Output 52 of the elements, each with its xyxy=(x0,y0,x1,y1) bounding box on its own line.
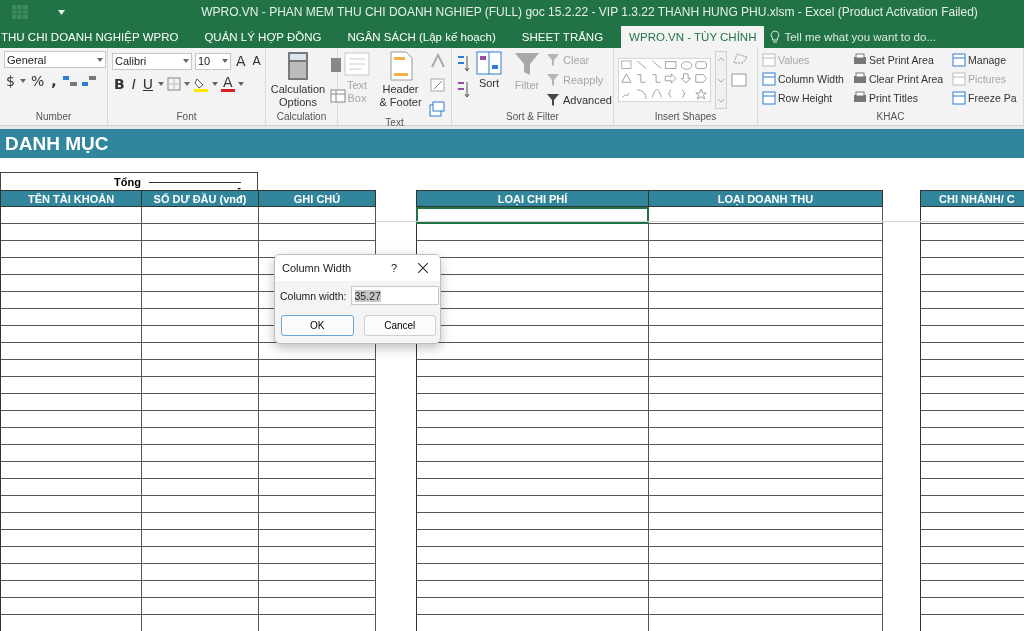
underline-button[interactable]: U xyxy=(140,76,156,92)
group-label: KHAC xyxy=(875,111,906,124)
total-label: Tổng xyxy=(113,175,142,188)
ok-button[interactable]: OK xyxy=(281,315,354,336)
advanced-button[interactable]: Advanced xyxy=(546,91,612,109)
group-label: Text xyxy=(384,117,405,128)
font-size-dropdown[interactable]: 10 xyxy=(195,52,231,70)
italic-button[interactable]: I xyxy=(129,76,138,92)
bold-button[interactable]: B xyxy=(112,76,127,92)
tell-me-field[interactable]: Tell me what you want to do... xyxy=(784,31,936,43)
column-header: LOẠI DOANH THU xyxy=(649,190,883,207)
field-value: 35.27 xyxy=(354,289,381,302)
sort-button[interactable]: Sort xyxy=(474,51,504,111)
header-footer-button[interactable]: Header & Footer xyxy=(376,51,425,117)
comma-style-button[interactable]: , xyxy=(49,73,59,89)
cancel-button[interactable]: Cancel xyxy=(363,315,436,336)
ribbon-tab[interactable]: WPRO.VN - TÙY CHỈNH xyxy=(621,26,765,48)
group-label: Sort & Filter xyxy=(505,111,560,124)
help-button[interactable]: ? xyxy=(384,262,404,274)
manage-button[interactable]: Manage xyxy=(952,51,1017,69)
ribbon-tab[interactable]: QUẢN LÝ HỢP ĐỒNG xyxy=(196,26,330,48)
row-height-button[interactable]: Row Height xyxy=(762,89,844,107)
column-header: TÊN TÀI KHOẢN xyxy=(0,190,142,207)
column-header: GHI CHÚ xyxy=(259,190,376,207)
group-label: Calculation xyxy=(275,111,328,124)
font-dropdown[interactable]: Calibri xyxy=(112,52,192,70)
set-print-area-button[interactable]: Set Print Area xyxy=(852,51,944,69)
ribbon-tab[interactable]: THU CHI DOANH NGHIỆP WPRO xyxy=(0,26,187,48)
grow-font-button[interactable]: A xyxy=(234,53,248,69)
print-titles-button[interactable]: Print Titles xyxy=(852,89,944,107)
percent-button[interactable]: % xyxy=(28,73,47,89)
calculation-options-button[interactable]: Calculation Options xyxy=(270,51,326,111)
group-label: Number xyxy=(34,111,73,124)
group-label: Font xyxy=(175,111,198,124)
column-width-button[interactable]: Column Width xyxy=(762,70,844,88)
dialog-title: Column Width xyxy=(282,262,353,274)
column-header: CHI NHÁNH/ C xyxy=(920,190,1024,207)
number-format-dropdown[interactable]: General xyxy=(4,51,106,68)
freeze-panes-button[interactable]: Freeze Pa xyxy=(952,89,1017,107)
column-header: SỐ DƯ ĐẦU (vnđ) xyxy=(142,190,259,207)
currency-button[interactable]: $ xyxy=(4,73,17,89)
ribbon-tab[interactable]: SHEET TRẮNG xyxy=(513,26,612,48)
sheet-title-band: DANH MỤC xyxy=(0,129,1024,158)
field-label: Column width: xyxy=(280,289,347,302)
clear-print-area-button[interactable]: Clear Print Area xyxy=(852,70,944,88)
font-color-button[interactable]: A xyxy=(221,76,235,92)
window-title: WPRO.VN - PHAN MEM THU CHI DOANH NGHIEP (FULL) goc 15.2.22 - VIP 1.3.22 THANH HUNG PHU.xlsm - Excel (Product Activation Failed) xyxy=(200,5,979,19)
ribbon-tab[interactable]: NGÂN SÁCH (Lập kế hoạch) xyxy=(339,26,504,48)
column-header: LOẠI CHI PHÍ xyxy=(416,190,649,207)
shrink-font-button[interactable]: A xyxy=(250,54,263,68)
group-label: Insert Shapes xyxy=(653,111,718,124)
column-width-field[interactable]: 35.27 xyxy=(350,286,439,305)
